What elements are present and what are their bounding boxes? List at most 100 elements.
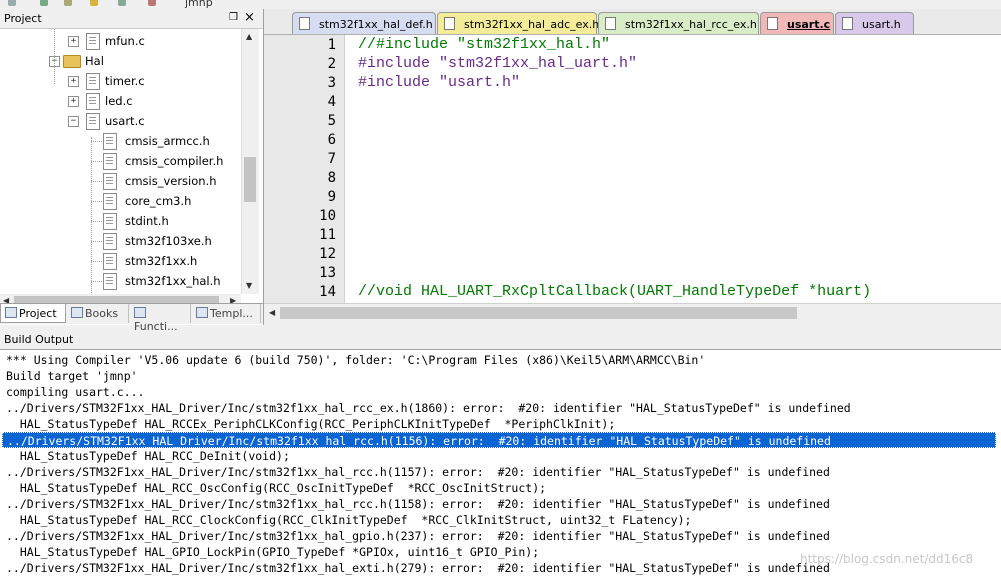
tree-node[interactable]: cmsis_version.h [0, 171, 241, 191]
tree-node[interactable]: core_cm3.h [0, 191, 241, 211]
tree-node[interactable]: + timer.c [0, 71, 241, 91]
build-output-line[interactable]: *** Using Compiler 'V5.06 update 6 (buil… [6, 352, 705, 368]
tree-node[interactable]: stm32f103xe.h [0, 231, 241, 251]
build-output-line[interactable]: Build target 'jmnp' [6, 368, 138, 384]
expand-icon[interactable]: + [68, 36, 79, 47]
build-output-line[interactable]: HAL_StatusTypeDef HAL_RCC_ClockConfig(RC… [6, 512, 692, 528]
code-editor[interactable]: 1 2 3 4 5 6 7 8 9 10 11 12 13 14 //#include "stm32f1x… [264, 35, 1001, 303]
tab-templ[interactable]: Templ... [192, 304, 261, 323]
tab-project[interactable]: Project [0, 304, 66, 323]
project-tree: + mfun.c − Hal + timer.c + led.c − usart.c cmsis_a… [0, 29, 241, 294]
code-line[interactable]: #include "stm32f1xx_hal_uart.h" [358, 55, 637, 72]
line-number: 2 [327, 56, 336, 72]
build-output-line[interactable]: HAL_StatusTypeDef HAL_RCC_DeInit(void); [6, 448, 290, 464]
file-icon [103, 233, 117, 250]
tab-books[interactable]: Books [67, 304, 129, 323]
code-line[interactable]: //void HAL_UART_RxCpltCallback(UART_Hand… [358, 283, 871, 300]
editor-tab-label: usart.h [862, 18, 901, 31]
build-output-line[interactable]: HAL_StatusTypeDef HAL_GPIO_LockPin(GPIO_… [6, 544, 539, 560]
editor-tab-label: stm32f1xx_hal_rcc_ex.h [625, 18, 757, 31]
collapse-icon[interactable]: − [68, 116, 79, 127]
code-token: "usart.h" [439, 74, 521, 91]
line-number: 8 [327, 170, 336, 186]
editor-tab[interactable]: usart.h [835, 12, 914, 34]
tree-connector [91, 241, 102, 242]
build-output-line[interactable]: ../Drivers/STM32F1xx_HAL_Driver/Inc/stm3… [6, 400, 851, 416]
build-output-line[interactable]: ../Drivers/STM32F1xx_HAL_Driver/Inc/stm3… [6, 560, 830, 576]
build-output-line[interactable]: compiling usart.c... [6, 384, 144, 400]
editor-horizontal-scrollbar[interactable]: ◀ [264, 303, 1001, 322]
code-line[interactable]: #include "usart.h" [358, 74, 520, 91]
tree-node[interactable]: + mfun.c [0, 31, 241, 51]
editor-tab-label: stm32f1xx_hal_def.h [319, 18, 433, 31]
editor-tab-label: stm32f1xx_hal_adc_ex.h [464, 18, 600, 31]
build-output-line[interactable]: HAL_StatusTypeDef HAL_RCC_OscConfig(RCC_… [6, 480, 546, 496]
code-token: //#include "stm32f1xx_hal.h" [358, 36, 611, 53]
tree-node[interactable]: cmsis_compiler.h [0, 151, 241, 171]
project-panel-header: Project ❒ × [0, 9, 263, 29]
code-line[interactable]: //#include "stm32f1xx_hal.h" [358, 36, 610, 53]
toolbar-button-icon[interactable] [64, 0, 72, 6]
tree-node[interactable]: − usart.c [0, 111, 241, 131]
build-output-line[interactable]: HAL_StatusTypeDef HAL_RCCEx_PeriphCLKCon… [6, 416, 615, 432]
tree-node[interactable]: stm32f1xx.h [0, 251, 241, 271]
editor-tab[interactable]: usart.c [760, 12, 834, 34]
toolbar-button-icon[interactable] [90, 0, 98, 6]
tree-node-label: mfun.c [105, 34, 145, 48]
tree-connector [91, 281, 102, 282]
build-output-line[interactable]: ../Drivers/STM32F1xx_HAL_Driver/Inc/stm3… [6, 496, 830, 512]
file-icon [86, 33, 100, 50]
tab-label: Templ... [210, 307, 253, 320]
build-output-line[interactable]: ../Drivers/STM32F1xx_HAL_Driver/Inc/stm3… [6, 464, 830, 480]
tree-node-label: usart.c [105, 114, 145, 128]
editor-tab-bar: stm32f1xx_hal_def.h stm32f1xx_hal_adc_ex.… [264, 9, 1001, 35]
tree-connector [91, 181, 102, 182]
tree-vertical-scrollbar[interactable]: ▲ ▼ [241, 29, 259, 294]
editor-tab[interactable]: stm32f1xx_hal_def.h [292, 12, 436, 34]
file-icon [767, 17, 778, 30]
tab-icon [71, 307, 83, 318]
scroll-down-icon[interactable]: ▼ [246, 281, 252, 290]
code-token: //void HAL_UART_RxCpltCallback(UART_Hand… [358, 283, 872, 300]
expand-icon[interactable]: + [68, 76, 79, 87]
tab-icon [5, 307, 17, 318]
toolbar-button-icon[interactable] [148, 0, 156, 6]
file-icon [86, 73, 100, 90]
tree-node[interactable]: − Hal [0, 51, 241, 71]
scroll-left-icon[interactable]: ◀ [269, 308, 275, 317]
toolbar-button-icon[interactable] [118, 0, 126, 6]
line-number: 12 [319, 246, 336, 262]
build-output-line[interactable]: ../Drivers/STM32F1xx_HAL_Driver/Inc/stm3… [6, 528, 830, 544]
tree-node[interactable]: cmsis_armcc.h [0, 131, 241, 151]
build-output-log[interactable]: *** Using Compiler 'V5.06 update 6 (buil… [0, 350, 1001, 580]
expand-icon[interactable]: + [68, 96, 79, 107]
line-number: 11 [319, 227, 336, 243]
tab-functi[interactable]: Functi... [130, 304, 191, 333]
pin-icon[interactable]: ❒ [229, 12, 238, 23]
editor-tab[interactable]: stm32f1xx_hal_adc_ex.h [437, 12, 600, 34]
line-number: 13 [319, 265, 336, 281]
tree-node[interactable]: stm32f1xx_hal.h [0, 271, 241, 291]
editor-tab[interactable]: stm32f1xx_hal_rcc_ex.h [598, 12, 759, 34]
toolbar-button-icon[interactable] [8, 0, 16, 6]
scroll-up-icon[interactable]: ▲ [246, 32, 252, 41]
tree-node-label: stm32f103xe.h [125, 234, 212, 248]
tree-node-label: core_cm3.h [125, 194, 192, 208]
line-number: 4 [327, 94, 336, 110]
line-number: 9 [327, 189, 336, 205]
tree-node[interactable]: stdint.h [0, 211, 241, 231]
scrollbar-thumb[interactable] [280, 307, 797, 319]
target-select[interactable]: jmnp [185, 0, 213, 9]
close-icon[interactable]: × [244, 10, 255, 25]
tree-connector [91, 141, 102, 142]
tab-label: Books [85, 307, 119, 320]
build-output-line[interactable]: ../Drivers/STM32F1xx_HAL_Driver/Inc/stm3… [2, 432, 996, 448]
tree-node-label: Hal [85, 54, 104, 68]
toolbar-button-icon[interactable] [40, 0, 48, 6]
tree-node[interactable]: + led.c [0, 91, 241, 111]
line-number: 3 [327, 75, 336, 91]
scrollbar-thumb[interactable] [244, 157, 256, 202]
folder-icon [63, 55, 81, 68]
project-panel-title: Project [4, 12, 42, 25]
file-icon [299, 17, 310, 30]
